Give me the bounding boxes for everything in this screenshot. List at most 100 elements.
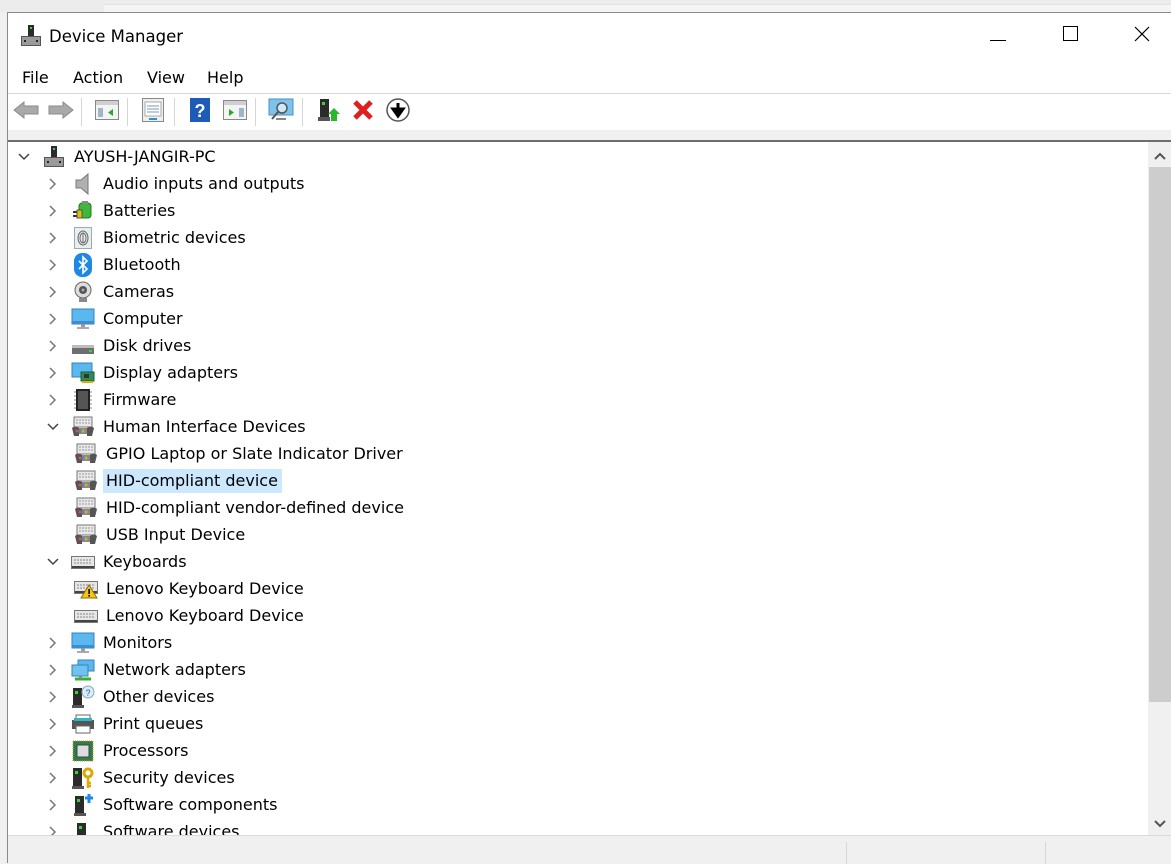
- menu-file[interactable]: File: [22, 68, 49, 87]
- device-category[interactable]: Audio inputs and outputs: [45, 170, 308, 197]
- chevron-up-icon: [1153, 145, 1166, 164]
- status-bar: [8, 835, 1171, 864]
- title-bar[interactable]: Device Manager: [8, 13, 1171, 60]
- device-item[interactable]: GPIO Laptop or Slate Indicator Driver: [73, 440, 407, 467]
- window-title: Device Manager: [49, 27, 183, 46]
- chevron-right-icon[interactable]: [45, 770, 61, 786]
- tree-item-label: Keyboards: [103, 551, 187, 571]
- chevron-right-icon[interactable]: [45, 824, 61, 835]
- tree-root[interactable]: AYUSH-JANGIR-PC: [16, 143, 220, 170]
- hid-icon: [74, 497, 98, 519]
- disable-device-button[interactable]: [384, 98, 412, 126]
- device-category[interactable]: Software components: [45, 791, 281, 818]
- toolbar-separator: [174, 98, 175, 126]
- status-separator: [1045, 842, 1046, 864]
- chevron-right-icon[interactable]: [45, 230, 61, 246]
- device-category[interactable]: Processors: [45, 737, 192, 764]
- tree-item-label: Software devices: [103, 821, 240, 836]
- menu-action[interactable]: Action: [73, 68, 123, 87]
- chevron-right-icon[interactable]: [45, 203, 61, 219]
- show-hide-console-tree-button[interactable]: [93, 98, 121, 126]
- close-button[interactable]: [1110, 13, 1171, 59]
- forward-arrow-icon: [48, 100, 74, 123]
- menu-help[interactable]: Help: [207, 68, 243, 87]
- minimize-icon: [990, 27, 1006, 46]
- chevron-right-icon[interactable]: [45, 716, 61, 732]
- chevron-right-icon[interactable]: [45, 284, 61, 300]
- chevron-right-icon[interactable]: [45, 689, 61, 705]
- device-category[interactable]: Biometric devices: [45, 224, 250, 251]
- device-category[interactable]: Computer: [45, 305, 187, 332]
- software-component-icon: [71, 793, 95, 816]
- tree-item-label: Human Interface Devices: [103, 416, 306, 436]
- device-category[interactable]: Keyboards: [45, 548, 191, 575]
- tree-item-label: HID-compliant device: [103, 468, 282, 493]
- chevron-down-icon: [1153, 813, 1166, 832]
- device-category[interactable]: Batteries: [45, 197, 179, 224]
- device-item[interactable]: Lenovo Keyboard Device: [73, 602, 308, 629]
- tree-item-label: Cameras: [103, 281, 175, 301]
- scroll-down-button[interactable]: [1148, 810, 1171, 835]
- toolbar-separator: [81, 98, 82, 126]
- update-driver-button[interactable]: [315, 98, 343, 126]
- forward-button[interactable]: [47, 98, 75, 126]
- device-category[interactable]: Network adapters: [45, 656, 250, 683]
- red-x-icon: [352, 99, 374, 125]
- minimize-button[interactable]: [966, 13, 1030, 59]
- back-button[interactable]: [12, 98, 40, 126]
- chevron-down-icon[interactable]: [45, 419, 61, 435]
- vertical-scrollbar[interactable]: [1148, 142, 1171, 835]
- software-device-icon: [71, 821, 95, 835]
- device-item[interactable]: HID-compliant vendor-defined device: [73, 494, 408, 521]
- properties-button[interactable]: [139, 98, 167, 126]
- chevron-right-icon[interactable]: [45, 392, 61, 408]
- close-icon: [1134, 26, 1150, 46]
- device-category[interactable]: Firmware: [45, 386, 180, 413]
- device-category[interactable]: Security devices: [45, 764, 239, 791]
- device-category[interactable]: Bluetooth: [45, 251, 185, 278]
- speaker-icon: [71, 172, 95, 195]
- help-button[interactable]: ?: [186, 98, 214, 126]
- chevron-right-icon[interactable]: [45, 176, 61, 192]
- chevron-down-icon[interactable]: [45, 554, 61, 570]
- keyboard-warning-icon: [74, 578, 98, 600]
- chevron-right-icon[interactable]: [45, 635, 61, 651]
- device-category[interactable]: Cameras: [45, 278, 178, 305]
- network-adapter-icon: [71, 659, 95, 681]
- device-item[interactable]: HID-compliant device: [73, 467, 282, 494]
- chevron-right-icon[interactable]: [45, 743, 61, 759]
- down-arrow-circle-icon: [386, 98, 410, 126]
- uninstall-device-button[interactable]: [349, 98, 377, 126]
- tree-item-label: Display adapters: [103, 362, 239, 382]
- tree-item-label: Lenovo Keyboard Device: [106, 578, 304, 598]
- chevron-right-icon[interactable]: [45, 365, 61, 381]
- device-category[interactable]: Print queues: [45, 710, 207, 737]
- toolbar-separator: [127, 98, 128, 126]
- webcam-icon: [71, 281, 95, 303]
- tree-item-label: Monitors: [103, 632, 173, 652]
- device-item[interactable]: USB Input Device: [73, 521, 249, 548]
- chevron-right-icon[interactable]: [45, 257, 61, 273]
- chevron-right-icon[interactable]: [45, 338, 61, 354]
- monitor-icon: [71, 308, 95, 330]
- chevron-right-icon[interactable]: [45, 662, 61, 678]
- menu-view[interactable]: View: [147, 68, 185, 87]
- scan-hardware-changes-button[interactable]: [267, 98, 295, 126]
- chevron-right-icon[interactable]: [45, 311, 61, 327]
- chevron-right-icon[interactable]: [45, 797, 61, 813]
- show-hide-action-pane-button[interactable]: [221, 98, 249, 126]
- chevron-down-icon[interactable]: [16, 149, 32, 165]
- device-category[interactable]: Monitors: [45, 629, 176, 656]
- device-manager-icon: [21, 25, 41, 47]
- scroll-up-button[interactable]: [1148, 142, 1171, 167]
- device-category[interactable]: Display adapters: [45, 359, 242, 386]
- tree-item-label: Print queues: [103, 713, 204, 733]
- device-item[interactable]: Lenovo Keyboard Device: [73, 575, 308, 602]
- toolbar: ?: [8, 94, 1171, 130]
- scrollbar-thumb[interactable]: [1149, 167, 1171, 702]
- maximize-button[interactable]: [1039, 13, 1103, 59]
- device-category[interactable]: ? Other devices: [45, 683, 218, 710]
- device-category[interactable]: Software devices: [45, 818, 244, 835]
- device-category[interactable]: Human Interface Devices: [45, 413, 310, 440]
- device-category[interactable]: Disk drives: [45, 332, 195, 359]
